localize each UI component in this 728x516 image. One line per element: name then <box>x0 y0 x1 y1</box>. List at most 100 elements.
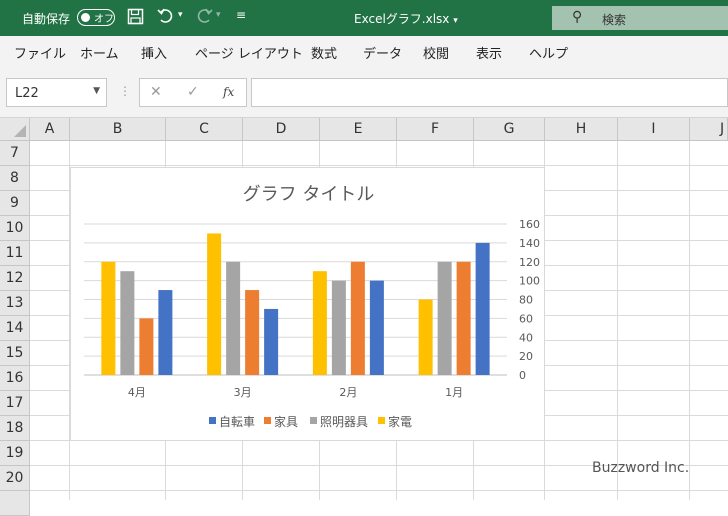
insert-function-icon[interactable]: fx <box>223 85 234 99</box>
tab-review[interactable]: 校閲 <box>423 43 449 62</box>
y-tick-label: 80 <box>519 294 533 307</box>
row-header[interactable]: 18 <box>0 416 30 441</box>
legend-label: 照明器具 <box>320 415 369 429</box>
grid-line <box>30 490 728 491</box>
enter-icon[interactable]: ✓ <box>187 84 199 100</box>
chart-bar <box>139 318 154 375</box>
column-header[interactable]: B <box>70 118 166 141</box>
formula-input[interactable] <box>251 78 728 107</box>
chart-bar <box>475 242 490 375</box>
tab-home[interactable]: ホーム <box>80 43 119 62</box>
formula-buttons: ✕ ✓ fx <box>139 78 247 107</box>
chevron-down-icon: ▾ <box>453 16 458 26</box>
column-header[interactable]: G <box>474 118 545 141</box>
chart-bar <box>350 261 365 375</box>
select-all-button[interactable] <box>0 118 30 141</box>
undo-icon[interactable] <box>157 7 175 29</box>
search-box[interactable]: ⚲ 検索 <box>552 6 728 30</box>
column-header[interactable]: A <box>30 118 70 141</box>
chevron-down-icon[interactable]: ▼ <box>93 86 100 96</box>
row-header[interactable]: 11 <box>0 241 30 266</box>
row-header[interactable]: 9 <box>0 191 30 216</box>
formula-bar: L22 ▼ ⋮ ✕ ✓ fx <box>0 76 728 118</box>
column-header[interactable]: D <box>243 118 320 141</box>
row-header[interactable]: 10 <box>0 216 30 241</box>
legend-swatch <box>378 417 385 424</box>
x-tick-label: 2月 <box>339 386 357 399</box>
tab-view[interactable]: 表示 <box>476 43 502 62</box>
x-tick-label: 1月 <box>445 386 463 399</box>
y-tick-label: 120 <box>519 256 540 269</box>
search-icon: ⚲ <box>572 9 583 25</box>
legend-swatch <box>310 417 317 424</box>
column-header[interactable]: I <box>618 118 690 141</box>
row-header[interactable]: 14 <box>0 316 30 341</box>
watermark: Buzzword Inc. <box>592 460 690 476</box>
chart-bar <box>418 299 433 375</box>
row-header[interactable] <box>0 491 30 516</box>
y-tick-label: 140 <box>519 237 540 250</box>
chart-bar <box>245 290 260 375</box>
chart-bar <box>312 271 327 375</box>
row-header[interactable]: 13 <box>0 291 30 316</box>
row-header[interactable]: 7 <box>0 141 30 166</box>
search-label: 検索 <box>602 13 627 27</box>
ribbon-collapsed <box>0 66 728 76</box>
y-tick-label: 20 <box>519 350 533 363</box>
autosave-label: 自動保存 <box>22 12 71 26</box>
title-bar: 自動保存 オフ ▾ ▾ ≡ Excelグラフ.xlsx ▾ ⚲ 検索 <box>0 0 728 36</box>
tab-file[interactable]: ファイル <box>14 43 66 62</box>
column-header[interactable]: E <box>320 118 397 141</box>
row-header[interactable]: 8 <box>0 166 30 191</box>
ribbon-tabs: ファイル ホーム 挿入 ページ レイアウト 数式 データ 校閲 表示 ヘルプ <box>0 36 728 66</box>
more-options-icon[interactable]: ⋮ <box>119 84 131 98</box>
y-tick-label: 40 <box>519 331 533 344</box>
chart-bar <box>437 261 452 375</box>
x-tick-label: 4月 <box>128 386 146 399</box>
redo-dropdown-icon[interactable]: ▾ <box>216 10 221 20</box>
y-tick-label: 0 <box>519 369 526 382</box>
redo-icon[interactable] <box>195 7 213 29</box>
cancel-icon[interactable]: ✕ <box>150 84 162 100</box>
legend-swatch <box>264 417 271 424</box>
row-header[interactable]: 16 <box>0 366 30 391</box>
column-header[interactable]: F <box>397 118 474 141</box>
column-header[interactable]: H <box>545 118 618 141</box>
grid-line <box>689 141 690 500</box>
name-box[interactable]: L22 ▼ <box>6 78 107 107</box>
chart-bar <box>207 233 222 375</box>
row-header[interactable]: 12 <box>0 266 30 291</box>
chart-bar <box>456 261 471 375</box>
y-tick-label: 160 <box>519 218 540 231</box>
y-tick-label: 60 <box>519 312 533 325</box>
chart-bar <box>158 290 173 375</box>
save-icon[interactable] <box>127 8 144 29</box>
grid-line <box>617 141 618 500</box>
customize-toolbar-icon[interactable]: ≡ <box>236 8 246 22</box>
column-header[interactable]: C <box>166 118 243 141</box>
chart-bar <box>226 261 241 375</box>
name-box-value: L22 <box>15 86 39 101</box>
chart[interactable]: グラフ タイトル 0 20 40 60 80 100 120 140 160 4月 3月 2月 1月 自… <box>70 167 545 441</box>
row-header[interactable]: 17 <box>0 391 30 416</box>
grid-line <box>30 165 728 166</box>
column-header[interactable]: J <box>690 118 728 141</box>
chart-plot: 0 20 40 60 80 100 120 140 160 4月 3月 2月 1月 <box>84 218 540 399</box>
tab-formulas[interactable]: 数式 <box>311 43 337 62</box>
legend-label: 家電 <box>388 415 413 429</box>
legend-swatch <box>209 417 216 424</box>
document-name: Excelグラフ.xlsx <box>354 12 450 26</box>
row-header[interactable]: 15 <box>0 341 30 366</box>
chart-bar <box>120 271 135 375</box>
tab-page-layout[interactable]: ページ レイアウト <box>195 43 303 62</box>
tab-data[interactable]: データ <box>363 43 402 62</box>
row-header[interactable]: 19 <box>0 441 30 466</box>
tab-insert[interactable]: 挿入 <box>141 43 167 62</box>
tab-help[interactable]: ヘルプ <box>529 43 568 62</box>
autosave-toggle[interactable]: オフ <box>77 9 115 26</box>
row-header[interactable]: 20 <box>0 466 30 491</box>
toggle-state-label: オフ <box>94 14 114 25</box>
document-title[interactable]: Excelグラフ.xlsx ▾ <box>354 10 458 27</box>
chart-legend[interactable]: 自転車 家具 照明器具 家電 <box>71 413 546 429</box>
undo-dropdown-icon[interactable]: ▾ <box>178 10 183 20</box>
